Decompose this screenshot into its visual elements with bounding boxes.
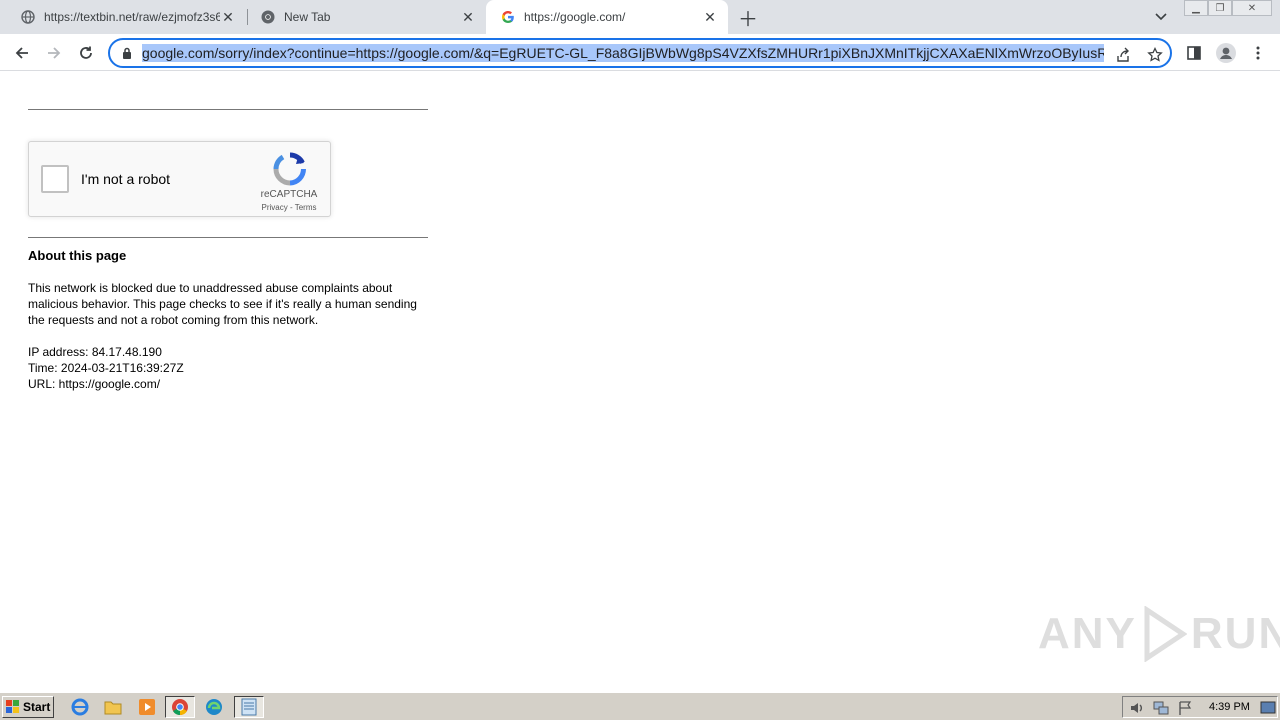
watermark-right: RUN xyxy=(1190,609,1280,658)
about-text: This network is blocked due to unaddress… xyxy=(28,281,417,327)
flag-icon[interactable] xyxy=(1177,700,1193,719)
lock-icon[interactable] xyxy=(120,47,134,59)
tab-google[interactable]: https://google.com/ ✕ xyxy=(486,0,728,34)
play-icon xyxy=(1144,606,1187,662)
reload-button[interactable] xyxy=(73,40,99,66)
forward-button[interactable] xyxy=(41,40,67,66)
google-icon xyxy=(500,9,516,25)
ie-icon[interactable] xyxy=(69,697,91,717)
close-window-button[interactable]: ✕ xyxy=(1232,0,1272,16)
start-button[interactable]: Start xyxy=(2,696,54,718)
clock[interactable]: 4:39 PM xyxy=(1209,701,1250,713)
tab-title: New Tab xyxy=(284,10,331,24)
chrome-taskbar-icon[interactable] xyxy=(165,696,195,718)
about-title: About this page xyxy=(28,248,127,263)
watermark-left: ANY xyxy=(1038,609,1137,658)
edge-icon[interactable] xyxy=(203,697,225,717)
folder-icon[interactable] xyxy=(102,697,124,717)
arrow-right-icon xyxy=(48,47,61,59)
side-panel-icon xyxy=(1187,46,1201,60)
recaptcha-checkbox[interactable] xyxy=(41,165,69,193)
chevron-down-icon xyxy=(1155,13,1167,21)
restore-button[interactable]: ❐ xyxy=(1208,0,1232,16)
recaptcha-widget: I'm not a robot reCAPTCHA Privacy - Term… xyxy=(28,141,331,217)
url-text[interactable]: google.com/sorry/index?continue=https://… xyxy=(142,44,1104,62)
request-url: URL: https://google.com/ xyxy=(28,377,161,391)
divider xyxy=(28,109,428,110)
close-icon[interactable]: ✕ xyxy=(220,9,236,25)
timestamp: Time: 2024-03-21T16:39:27Z xyxy=(28,361,184,375)
request-info: IP address: 84.17.48.190 Time: 2024-03-2… xyxy=(28,344,184,392)
tab-title: https://google.com/ xyxy=(524,10,626,24)
profile-button[interactable] xyxy=(1213,40,1239,66)
start-label: Start xyxy=(23,700,51,714)
back-button[interactable] xyxy=(9,40,35,66)
show-desktop-icon[interactable] xyxy=(1260,700,1276,719)
close-icon[interactable]: ✕ xyxy=(460,9,476,25)
tab-title: https://textbin.net/raw/ezjmofz3s6 xyxy=(44,10,220,24)
notepad-taskbar-icon[interactable] xyxy=(234,696,264,718)
menu-button[interactable] xyxy=(1245,40,1271,66)
network-icon[interactable] xyxy=(1153,700,1169,719)
minimize-button[interactable]: ▁ xyxy=(1184,0,1208,16)
recaptcha-label: I'm not a robot xyxy=(81,171,171,187)
recaptcha-brand: reCAPTCHA xyxy=(260,189,318,200)
close-icon[interactable]: ✕ xyxy=(702,9,718,25)
ip-address: IP address: 84.17.48.190 xyxy=(28,345,162,359)
share-icon[interactable] xyxy=(1114,46,1132,64)
recaptcha-logo-icon xyxy=(273,152,306,186)
volume-icon[interactable] xyxy=(1129,700,1145,719)
reload-icon xyxy=(80,46,92,59)
tab-textbin[interactable]: https://textbin.net/raw/ezjmofz3s6 ✕ xyxy=(0,0,246,34)
bookmark-star-icon[interactable] xyxy=(1146,46,1164,64)
new-tab-button[interactable]: ＋ xyxy=(736,5,760,31)
recaptcha-links[interactable]: Privacy - Terms xyxy=(249,203,329,212)
windows-logo-icon xyxy=(6,700,19,713)
divider xyxy=(28,237,428,238)
arrow-left-icon xyxy=(15,47,28,59)
more-vert-icon xyxy=(1256,46,1260,60)
browser-toolbar: google.com/sorry/index?continue=https://… xyxy=(0,34,1280,71)
media-player-icon[interactable] xyxy=(136,697,158,717)
chrome-icon xyxy=(260,9,276,25)
taskbar: Start 4:39 PM xyxy=(0,692,1280,720)
address-bar[interactable]: google.com/sorry/index?continue=https://… xyxy=(108,38,1172,68)
anyrun-watermark: ANY RUN xyxy=(1038,606,1280,662)
system-tray: 4:39 PM xyxy=(1122,696,1278,718)
tab-search-button[interactable] xyxy=(1150,6,1172,28)
tab-strip: https://textbin.net/raw/ezjmofz3s6 ✕ New… xyxy=(0,0,1280,34)
tab-new-tab[interactable]: New Tab ✕ xyxy=(240,0,486,34)
side-panel-button[interactable] xyxy=(1181,40,1207,66)
avatar-icon xyxy=(1216,43,1236,63)
globe-icon xyxy=(20,9,36,25)
